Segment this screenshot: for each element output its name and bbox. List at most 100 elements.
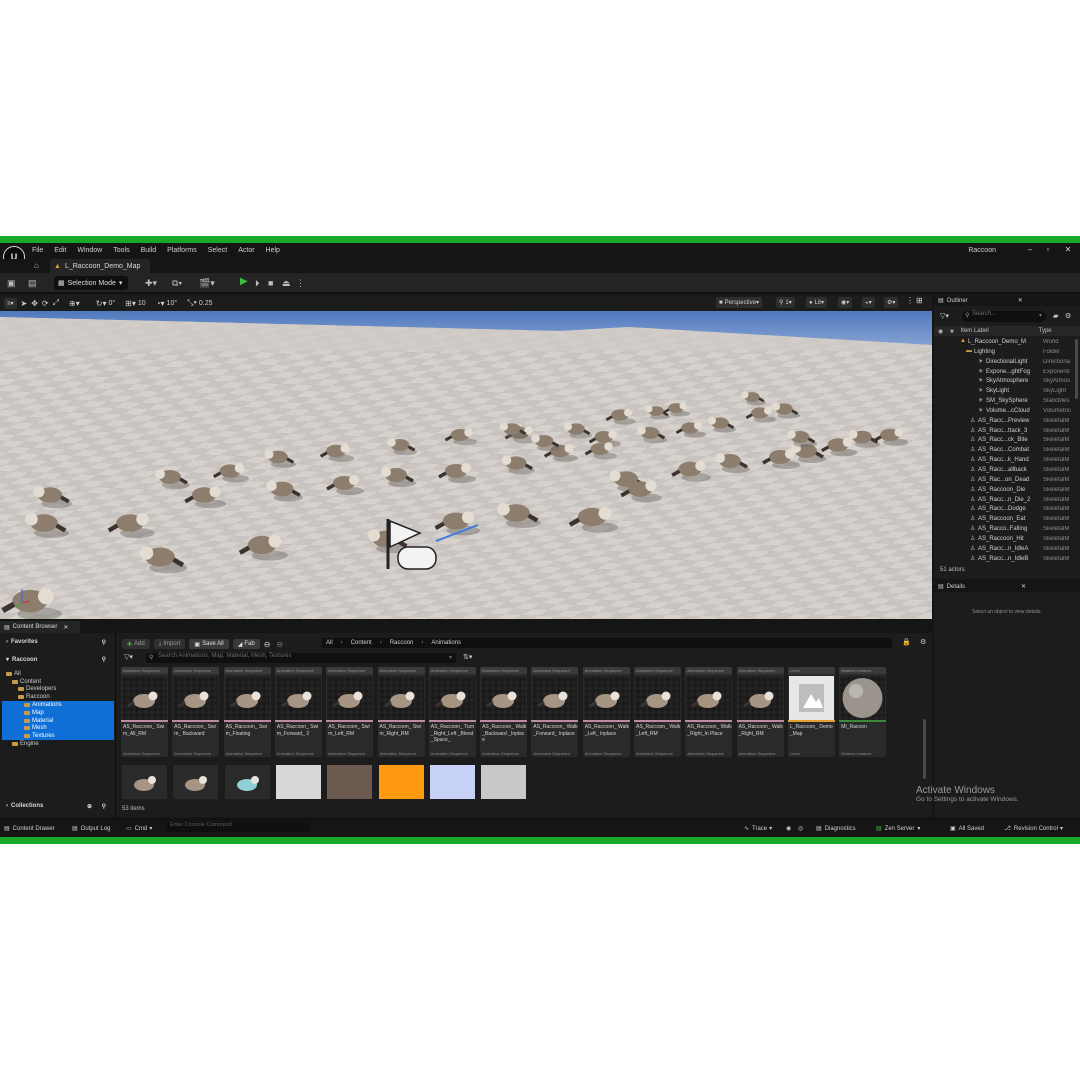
grid-snap-icon[interactable]: ⊞▾ [125, 299, 136, 308]
home-icon[interactable]: ⌂ [34, 261, 44, 271]
gear-icon[interactable]: ⚙ [920, 638, 926, 646]
folder-tree-item[interactable]: Animations [2, 701, 114, 709]
rotation-snap-value[interactable]: 0° [108, 300, 115, 307]
scale-tool-icon[interactable]: ⤢ [53, 298, 59, 308]
chevron-right-icon[interactable]: › [341, 640, 343, 646]
grid-snap-value[interactable]: 10 [138, 300, 146, 307]
folder-tree-item[interactable]: Mesh [2, 724, 114, 733]
viewport-menu-button[interactable]: ≡▾ [4, 297, 17, 309]
history-back-icon[interactable]: ⊖ [264, 640, 271, 649]
pin-column-icon[interactable]: ★ [949, 328, 954, 335]
fab-button[interactable]: ◢ Fab [232, 639, 260, 649]
outliner-row[interactable]: ☀ SM_SkySphere StaticMes [934, 397, 1076, 407]
console-command-input[interactable]: Enter Console Command [166, 822, 310, 832]
outliner-row[interactable]: ☀ SkyLight SkyLight [934, 387, 1076, 397]
asset-tile[interactable]: Animation Sequence AS_Raccoon_ Walk_Right… [685, 667, 733, 757]
lock-icon[interactable]: 🔒 [902, 638, 911, 646]
asset-tile[interactable] [275, 765, 321, 799]
scale-snap-value[interactable]: 0.25 [199, 300, 213, 307]
history-forward-icon[interactable]: ⊖ [276, 640, 283, 649]
menu-item[interactable]: Select [208, 247, 227, 254]
asset-tile[interactable]: Animation Sequence AS_Raccoon_ Swim_All_R… [121, 667, 168, 757]
outliner-row[interactable]: ♙ AS_Racc...Preview SkeletalM [934, 417, 1076, 427]
filter-icon[interactable]: ▽▾ [940, 312, 949, 320]
blueprint-icon[interactable]: ⧉▾ [172, 278, 182, 289]
trace-dropdown[interactable]: ∿ Trace ▾ [744, 825, 772, 833]
selection-mode-dropdown[interactable]: ▦ Selection Mode ▾ [54, 276, 128, 290]
play-icon[interactable]: ▶ [240, 276, 248, 287]
menu-item[interactable]: Platforms [167, 247, 197, 254]
viewport-settings-dropdown[interactable]: ⚙▾ [884, 297, 899, 308]
zen-server-dropdown[interactable]: ▤ Zen Server ▾ [876, 825, 920, 833]
asset-tile[interactable]: Animation Sequence AS_Raccoon_ Swim_Float… [223, 667, 271, 757]
outliner-row[interactable]: ♙ AS_Raccoon_Die SkeletalM [934, 486, 1076, 496]
content-icon[interactable]: ▤ [28, 278, 37, 289]
select-tool-icon[interactable]: ➤ [21, 299, 28, 308]
search-icon[interactable]: ⚲ [102, 639, 106, 646]
maximize-icon[interactable]: ▫ [1042, 245, 1054, 255]
add-button[interactable]: ✚ Add [122, 639, 150, 649]
asset-tile[interactable]: Animation Sequence AS_Raccoon_ Swim_Right… [377, 667, 425, 757]
outliner-row[interactable]: ♙ AS_Racc...Combat SkeletalM [934, 446, 1076, 456]
breadcrumb-segment[interactable]: All [326, 640, 333, 646]
camera-speed-dropdown[interactable]: ⚲ 1 ▾ [776, 297, 795, 308]
collections-section[interactable]: › Collections ⊕ ⚲ [6, 803, 110, 810]
cmd-dropdown[interactable]: ▭ Cmd ▾ [126, 825, 152, 833]
outliner-row[interactable]: ♙ AS_Racc...n_Die_2 SkeletalM [934, 496, 1076, 506]
asset-tile[interactable] [378, 765, 424, 799]
viewport-options-icon[interactable]: ⋮ [906, 296, 914, 305]
import-button[interactable]: ⤓ Import [153, 639, 186, 649]
chevron-right-icon[interactable]: › [421, 640, 423, 646]
asset-tile[interactable]: Animation Sequence AS_Raccoon_ Swim_ Back… [172, 667, 220, 757]
cinematics-icon[interactable]: 🎬▾ [199, 278, 215, 289]
breadcrumb-segment[interactable]: Content [351, 640, 372, 646]
step-icon[interactable]: ⏵ [255, 278, 260, 289]
output-log-button[interactable]: ▤ Output Log [72, 825, 110, 833]
asset-tile[interactable] [122, 765, 167, 799]
asset-tile[interactable]: Animation Sequence AS_Raccoon_ Turn_Right… [428, 667, 476, 757]
performance-dropdown[interactable]: ◒▾ [862, 297, 875, 308]
record-icon[interactable]: ◉ [786, 825, 791, 832]
tab-level-map[interactable]: ▲ L_Raccoon_Demo_Map [50, 259, 150, 273]
outliner-row[interactable]: ♙ AS_Racc...Dodge SkeletalM [934, 505, 1076, 515]
stop-icon[interactable]: ■ [268, 278, 273, 288]
save-icon[interactable]: ▣ [7, 278, 16, 289]
launch-icon[interactable]: ⏏ [282, 278, 291, 289]
menu-item[interactable]: Build [141, 247, 157, 254]
add-folder-icon[interactable]: ▰ [1053, 312, 1058, 320]
folder-tree-item[interactable]: Engine [2, 740, 114, 748]
visibility-column-icon[interactable]: ◉ [938, 328, 943, 335]
asset-tile[interactable]: Material Instance MI_Racoon Material Insta… [839, 667, 887, 757]
asset-tile[interactable]: Animation Sequence AS_Raccoon_ Walk_Backw… [480, 667, 528, 757]
outliner-row[interactable]: ☀ DirectionalLight Directiona [934, 358, 1076, 368]
outliner-row[interactable]: ♙ AS_Racc...ttack_3 SkeletalM [934, 427, 1076, 437]
column-item-label[interactable]: Item Label [961, 328, 1039, 334]
breadcrumb-segment[interactable]: Animations [431, 640, 461, 646]
asset-tile[interactable]: Animation Sequence AS_Raccoon_ Walk_Right… [736, 667, 784, 757]
surface-snap-icon[interactable]: ↻▾ [96, 299, 107, 308]
show-flags-dropdown[interactable]: ◉▾ [838, 297, 853, 308]
sort-icon[interactable]: ⇅▾ [463, 653, 472, 661]
outliner-row[interactable]: ♙ AS_Raccoon_Eat SkeletalM [934, 515, 1076, 525]
diagnostics-button[interactable]: ▤ Diagnostics [816, 825, 856, 833]
revision-control-dropdown[interactable]: ⎇ Revision Control ▾ [1004, 825, 1063, 833]
menu-item[interactable]: Tools [113, 247, 129, 254]
menu-item[interactable]: File [32, 247, 43, 254]
folder-tree-item[interactable]: All [2, 670, 114, 678]
world-space-icon[interactable]: ⊕▾ [69, 299, 80, 308]
outliner-row[interactable]: ♙ AS_Racc...allback SkeletalM [934, 466, 1076, 476]
snapshot-icon[interactable]: ◎ [798, 825, 803, 832]
viewport-layout-icon[interactable]: ⊞ [916, 296, 923, 305]
root-folder-section[interactable]: ▾ Raccoon ⚲ [6, 656, 110, 664]
rotate-snap-value[interactable]: 10° [167, 300, 178, 307]
outliner-row[interactable]: ♙ AS_Racc...n_IdleB SkeletalM [934, 555, 1076, 565]
outliner-row[interactable]: ♙ AS_Rac...on_Dead SkeletalM [934, 476, 1076, 486]
menu-item[interactable]: Actor [238, 247, 254, 254]
outliner-row[interactable]: ♙ AS_Racc...k_Hand SkeletalM [934, 456, 1076, 466]
close-icon[interactable]: ✕ [63, 624, 68, 631]
outliner-row[interactable]: ♙ AS_Raccoon_Hit SkeletalM [934, 535, 1076, 545]
asset-tile[interactable]: Animation Sequence AS_Raccoon_ Walk_Left_… [634, 667, 681, 757]
details-tab[interactable]: ▤ Details ✕ [934, 581, 1080, 592]
chevron-right-icon[interactable]: › [380, 640, 382, 646]
content-drawer-button[interactable]: ▤ Content Drawer [4, 825, 55, 833]
